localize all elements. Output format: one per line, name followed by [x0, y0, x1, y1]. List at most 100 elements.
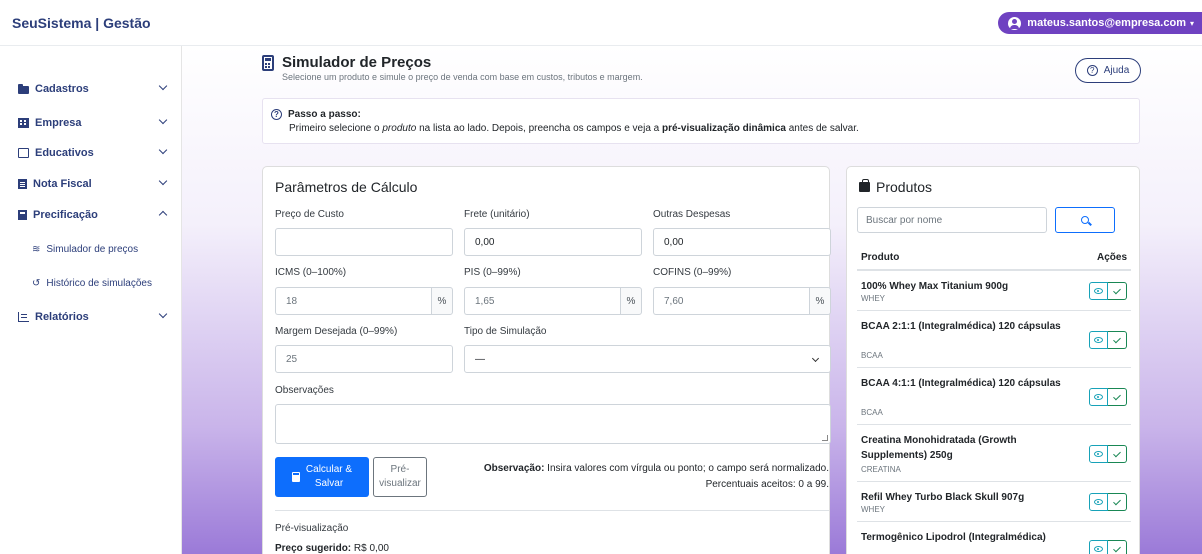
pre-visualizar-button[interactable]: Pré-visualizar: [373, 457, 427, 497]
check-icon: [1113, 335, 1121, 343]
table-header: Produto Ações: [857, 245, 1131, 271]
pre-visualizar-label: Pré-visualizar: [379, 463, 421, 491]
row-actions: [1089, 388, 1127, 406]
tipo-simulacao-select[interactable]: —: [464, 345, 831, 373]
percent-addon: %: [431, 287, 453, 315]
sidebar-item-educativos[interactable]: Educativos: [18, 144, 176, 162]
sidebar-subitem-label: Simulador de preços: [46, 243, 139, 255]
pis-label: PIS (0–99%): [464, 267, 521, 278]
sidebar-item-label: Nota Fiscal: [33, 178, 92, 190]
select-button[interactable]: [1108, 540, 1127, 554]
folder-icon: [18, 84, 29, 94]
calcular-salvar-label: Calcular & Salvar: [306, 463, 352, 491]
calculator-icon: [18, 210, 27, 220]
row-actions: [1089, 282, 1127, 300]
outras-despesas-label: Outras Despesas: [653, 209, 731, 220]
icms-label: ICMS (0–100%): [275, 267, 347, 278]
select-button[interactable]: [1108, 331, 1127, 349]
search-button[interactable]: [1055, 207, 1115, 233]
user-menu-button[interactable]: mateus.santos@empresa.com ▾: [998, 12, 1202, 34]
view-button[interactable]: [1089, 331, 1108, 349]
tipo-simulacao-label: Tipo de Simulação: [464, 326, 547, 337]
outras-despesas-input[interactable]: 0,00: [653, 228, 831, 256]
page-subtitle: Selecione um produto e simule o preço de…: [282, 72, 643, 82]
top-navbar: SeuSistema | Gestão mateus.santos@empres…: [0, 0, 1202, 46]
building-icon: [18, 118, 29, 128]
sidebar-item-precificacao[interactable]: Precificação: [18, 206, 176, 224]
tipo-simulacao-value: —: [475, 353, 485, 365]
resize-grip-icon[interactable]: [822, 435, 828, 441]
sidebar-item-label: Precificação: [33, 209, 98, 221]
cofins-input[interactable]: 7,60: [653, 287, 809, 315]
table-row[interactable]: BCAA 2:1:1 (Integralmédica) 120 cápsulas…: [857, 311, 1131, 368]
pis-input[interactable]: 1,65: [464, 287, 620, 315]
products-card: Produtos Buscar por nome Produto Ações 1…: [846, 166, 1140, 554]
product-name: BCAA 2:1:1 (Integralmédica) 120 cápsulas: [861, 321, 1061, 332]
margem-input[interactable]: 25: [275, 345, 453, 373]
sidebar-subitem-label: Histórico de simulações: [46, 277, 152, 289]
products-title: Produtos: [876, 179, 933, 195]
note-text: Insira valores com vírgula ou ponto; o c…: [544, 463, 829, 474]
table-row[interactable]: 100% Whey Max Titanium 900g WHEY: [857, 271, 1131, 311]
view-button[interactable]: [1089, 388, 1108, 406]
steps-text: Primeiro selecione o produto na lista ao…: [289, 123, 1129, 134]
select-button[interactable]: [1108, 445, 1127, 463]
product-category: WHEY: [861, 505, 885, 514]
eye-icon: [1094, 546, 1103, 552]
sidebar-subitem-historico[interactable]: ↺ Histórico de simulações: [32, 275, 152, 291]
chevron-down-icon: [158, 81, 168, 91]
sidebar-item-relatorios[interactable]: Relatórios: [18, 308, 176, 326]
sidebar: Cadastros Empresa Educativos Nota Fiscal…: [0, 46, 182, 554]
prev-line-1: Pré-: [390, 464, 410, 475]
brand-logo[interactable]: SeuSistema | Gestão: [12, 15, 151, 31]
steps-text-em: produto: [382, 123, 417, 134]
table-row[interactable]: Termogênico Lipodrol (Integralmédica): [857, 522, 1131, 554]
product-category: CREATINA: [861, 465, 901, 474]
sidebar-item-label: Relatórios: [35, 311, 89, 323]
prev-line-2: visualizar: [379, 478, 421, 489]
custo-label: Preço de Custo: [275, 209, 344, 220]
observacoes-label: Observações: [275, 385, 334, 396]
frete-label: Frete (unitário): [464, 209, 530, 220]
sidebar-item-cadastros[interactable]: Cadastros: [18, 80, 176, 98]
row-actions: [1089, 331, 1127, 349]
help-button[interactable]: ? Ajuda: [1075, 58, 1141, 83]
list-chart-icon: [18, 312, 29, 322]
icms-input[interactable]: 18: [275, 287, 431, 315]
pis-input-group: 1,65 %: [464, 287, 642, 315]
table-row[interactable]: Refil Whey Turbo Black Skull 907g WHEY: [857, 482, 1131, 522]
chevron-down-icon: [158, 145, 168, 155]
view-button[interactable]: [1089, 282, 1108, 300]
icms-input-group: 18 %: [275, 287, 453, 315]
chevron-down-icon: [158, 115, 168, 125]
table-row[interactable]: BCAA 4:1:1 (Integralmédica) 120 cápsulas…: [857, 368, 1131, 425]
select-button[interactable]: [1108, 388, 1127, 406]
cofins-input-group: 7,60 %: [653, 287, 831, 315]
sidebar-item-empresa[interactable]: Empresa: [18, 114, 176, 132]
frete-input[interactable]: 0,00: [464, 228, 642, 256]
view-button[interactable]: [1089, 445, 1108, 463]
sidebar-item-label: Cadastros: [35, 83, 89, 95]
observacoes-textarea[interactable]: [275, 404, 831, 444]
preview-price-label: Preço sugerido:: [275, 543, 352, 554]
steps-text-strong: pré-visualização dinâmica: [662, 123, 786, 134]
select-button[interactable]: [1108, 493, 1127, 511]
steps-text-2: na lista ao lado. Depois, preencha os ca…: [416, 123, 662, 134]
calcular-salvar-button[interactable]: Calcular & Salvar: [275, 457, 369, 497]
margem-label: Margem Desejada (0–99%): [275, 326, 398, 337]
select-button[interactable]: [1108, 282, 1127, 300]
product-search-input[interactable]: Buscar por nome: [857, 207, 1047, 233]
view-button[interactable]: [1089, 493, 1108, 511]
sidebar-item-nota-fiscal[interactable]: Nota Fiscal: [18, 175, 176, 193]
chalkboard-icon: [18, 148, 29, 158]
view-button[interactable]: [1089, 540, 1108, 554]
chevron-down-icon: [158, 176, 168, 186]
steps-text-1: Primeiro selecione o: [289, 123, 383, 134]
eye-icon: [1094, 394, 1103, 400]
page-title-row: Simulador de Preços: [262, 54, 643, 71]
table-row[interactable]: Creatina Monohidratada (Growth Supplemen…: [857, 425, 1131, 482]
custo-input[interactable]: [275, 228, 453, 256]
note-label: Observação:: [483, 463, 545, 474]
sidebar-subitem-simulador[interactable]: ≋ Simulador de preços: [32, 241, 138, 257]
check-icon: [1113, 497, 1121, 505]
